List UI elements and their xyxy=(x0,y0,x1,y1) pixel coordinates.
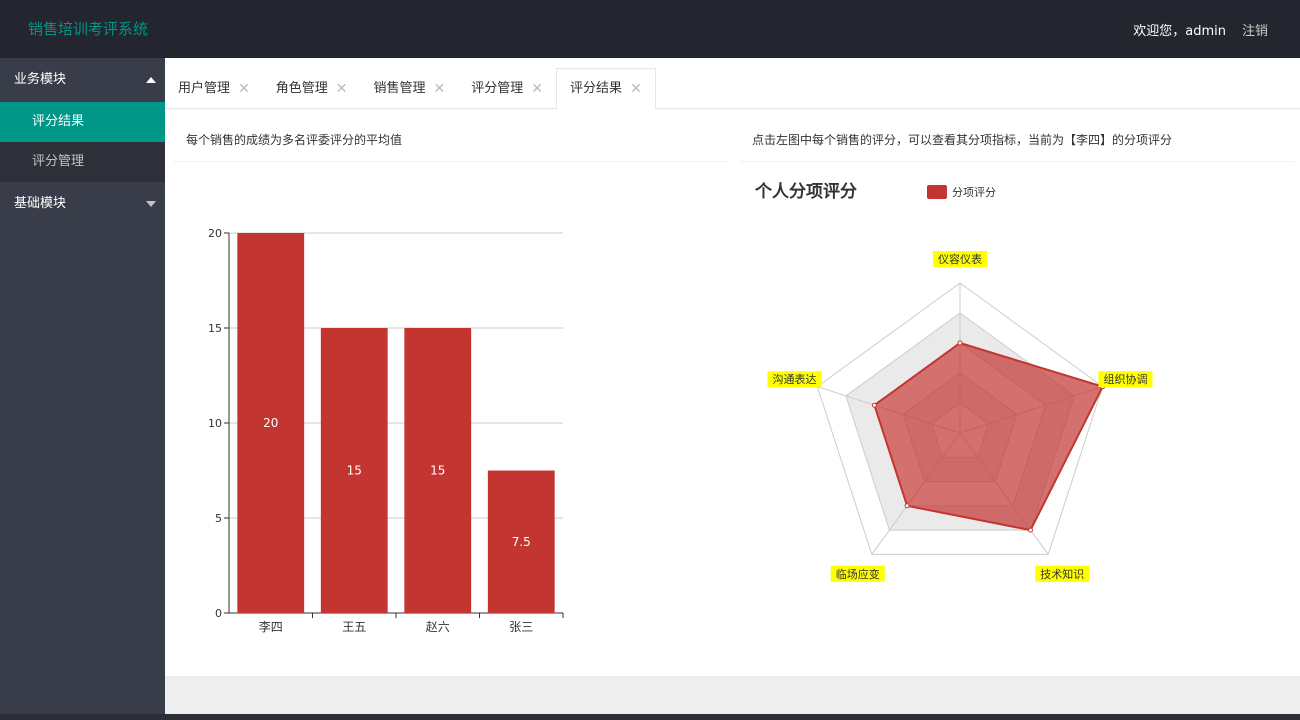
tab-sales-management[interactable]: 销售管理 ✕ xyxy=(361,68,459,109)
tab-user-management[interactable]: 用户管理 ✕ xyxy=(165,68,263,109)
tab-label: 销售管理 xyxy=(373,80,426,96)
panel-title: 点击左图中每个销售的评分，可以查看其分项指标，当前为【李四】的分项评分 xyxy=(739,118,1294,162)
sidebar-item-score-management[interactable]: 评分管理 xyxy=(0,142,165,182)
close-icon[interactable]: ✕ xyxy=(434,69,446,109)
welcome-text: 欢迎您，admin xyxy=(1133,24,1226,39)
x-tick-label: 李四 xyxy=(259,619,283,634)
sidebar-submenu: 评分结果 评分管理 xyxy=(0,102,165,182)
tab-label: 评分结果 xyxy=(570,81,623,96)
sidebar-group-basic[interactable]: 基础模块 xyxy=(0,182,165,226)
tab-bar: 用户管理 ✕ 角色管理 ✕ 销售管理 ✕ 评分管理 ✕ 评分结果 ✕ xyxy=(165,58,1300,110)
radar-chart: 个人分项评分 分项评分仪容仪表组织协调技术知识 临场应变 沟通表达 xyxy=(739,163,1294,673)
bar-chart: 0 5 10 15 20 20 李四 15 王五 15 赵六 7.5 张三 xyxy=(173,163,728,673)
bar-value-label: 15 xyxy=(347,464,362,478)
bar-chart-svg: 0 5 10 15 20 20 李四 15 王五 15 赵六 7.5 张三 xyxy=(208,227,564,634)
radar-chart-panel: 点击左图中每个销售的评分，可以查看其分项指标，当前为【李四】的分项评分 个人分项… xyxy=(739,118,1294,676)
caret-up-icon xyxy=(146,77,156,83)
panel-title: 每个销售的成绩为多名评委评分的平均值 xyxy=(173,118,728,162)
y-tick-label: 0 xyxy=(215,607,222,620)
legend-swatch xyxy=(927,185,947,199)
indicator-label: 仪容仪表 xyxy=(938,252,982,266)
footer-strip xyxy=(165,676,1300,714)
tab-score-management[interactable]: 评分管理 ✕ xyxy=(458,68,556,109)
close-icon[interactable]: ✕ xyxy=(238,69,250,109)
tab-label: 用户管理 xyxy=(178,80,231,96)
logout-link[interactable]: 注销 xyxy=(1242,20,1268,39)
bar-chart-panel: 每个销售的成绩为多名评委评分的平均值 0 5 10 15 20 20 李四 15 王五 15 赵六 7… xyxy=(173,118,728,676)
x-tick-label: 赵六 xyxy=(426,620,450,634)
indicator-label: 组织协调 xyxy=(1103,372,1147,386)
main-content: 用户管理 ✕ 角色管理 ✕ 销售管理 ✕ 评分管理 ✕ 评分结果 ✕ 每个销售的… xyxy=(165,58,1300,676)
tab-label: 角色管理 xyxy=(275,80,328,96)
indicator-label: 临场应变 xyxy=(836,567,880,581)
user-area: 欢迎您，admin 注销 xyxy=(1133,20,1268,39)
tab-score-results[interactable]: 评分结果 ✕ xyxy=(556,68,656,110)
close-icon[interactable]: ✕ xyxy=(336,69,348,109)
app-title: 销售培训考评系统 xyxy=(28,20,149,38)
tab-role-management[interactable]: 角色管理 ✕ xyxy=(263,68,361,109)
y-tick-label: 20 xyxy=(208,227,222,240)
close-icon[interactable]: ✕ xyxy=(531,69,543,109)
sidebar: 业务模块 评分结果 评分管理 基础模块 xyxy=(0,58,165,720)
indicator-label: 沟通表达 xyxy=(773,372,817,386)
radar-chart-svg: 个人分项评分 分项评分仪容仪表组织协调技术知识 临场应变 沟通表达 xyxy=(754,181,1153,582)
radar-point xyxy=(904,503,910,509)
caret-down-icon xyxy=(146,201,156,207)
x-tick-label: 张三 xyxy=(509,620,533,634)
sidebar-group-label: 业务模块 xyxy=(14,72,67,87)
sidebar-group-label: 基础模块 xyxy=(14,196,67,211)
bar-value-label: 20 xyxy=(263,416,278,430)
bottom-bar xyxy=(0,714,1300,720)
radar-point xyxy=(1028,527,1034,533)
y-tick-label: 5 xyxy=(215,512,222,525)
radar-point xyxy=(871,402,877,408)
x-tick-label: 王五 xyxy=(342,620,366,634)
sidebar-group-business[interactable]: 业务模块 xyxy=(0,58,165,102)
legend-label: 分项评分 xyxy=(952,186,996,199)
close-icon[interactable]: ✕ xyxy=(630,69,642,109)
top-header: 销售培训考评系统 欢迎您，admin 注销 xyxy=(0,0,1300,58)
y-tick-label: 15 xyxy=(208,322,222,335)
y-tick-label: 10 xyxy=(208,417,222,430)
tab-label: 评分管理 xyxy=(471,80,524,96)
indicator-label: 技术知识 xyxy=(1040,567,1084,581)
bar-value-label: 15 xyxy=(430,464,445,478)
radar-title: 个人分项评分 xyxy=(754,181,857,202)
sidebar-item-score-results[interactable]: 评分结果 xyxy=(0,102,165,142)
bar-value-label: 7.5 xyxy=(512,535,531,549)
radar-point xyxy=(957,340,963,346)
